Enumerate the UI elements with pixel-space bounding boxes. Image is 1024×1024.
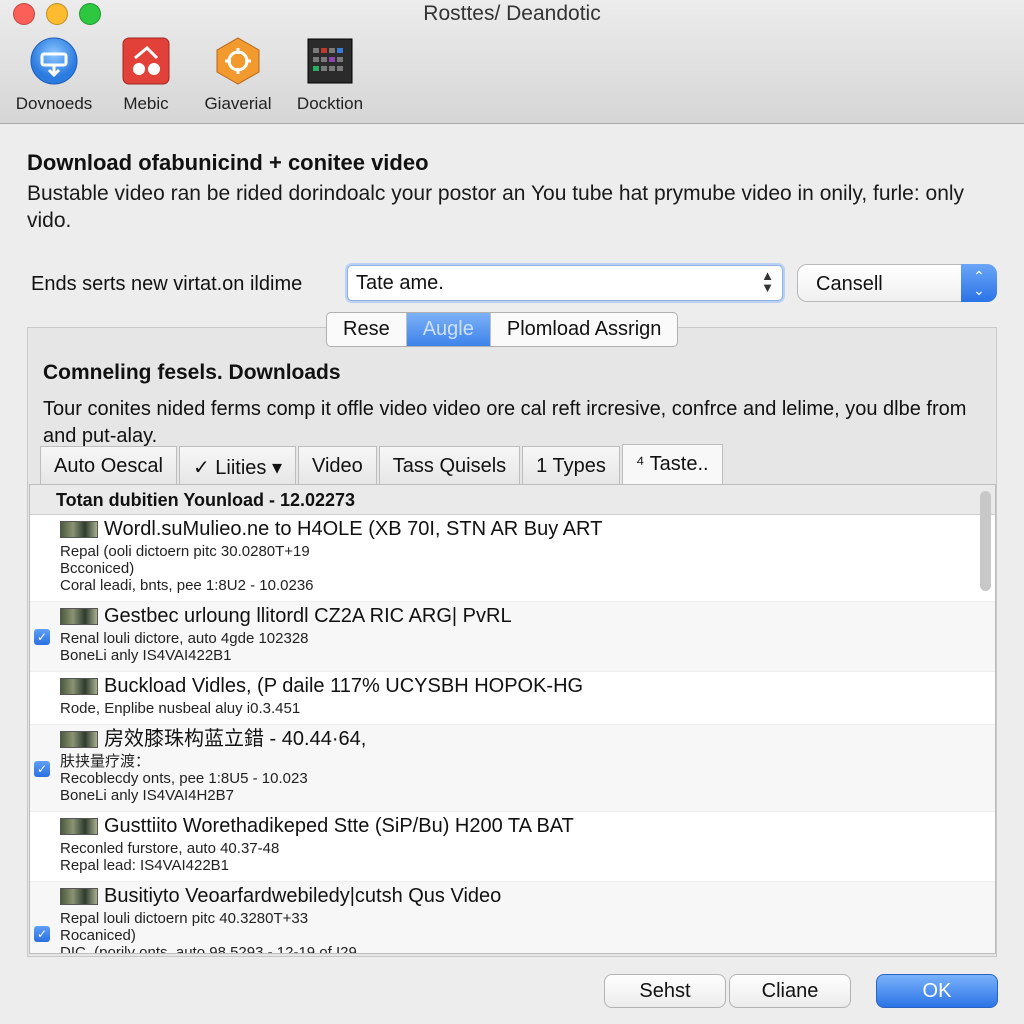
item-title: Gusttiito Worethadikeped Stte (SiP/Bu) H… <box>60 812 995 840</box>
name-select-value: Tate ame. <box>356 272 444 294</box>
segment-plomload-assrign[interactable]: Plomload Assrign <box>491 313 678 346</box>
documents-icon <box>305 36 355 86</box>
item-title-text: Gestbec urloung llitordl CZ2A RIC ARG| P… <box>104 605 512 627</box>
segment-augle[interactable]: Augle <box>406 313 491 346</box>
toolbar-label: Docktion <box>296 94 364 113</box>
video-thumbnail <box>60 888 98 905</box>
tab-video[interactable]: Video <box>298 446 377 484</box>
cliane-button[interactable]: Cliane <box>729 974 851 1008</box>
section-description: Tour conites nided ferms comp it offle v… <box>43 398 967 447</box>
toolbar-item-general[interactable]: Giaverial <box>192 36 284 114</box>
tab-taste[interactable]: ⁴ Taste.. <box>621 444 723 484</box>
tab-bar: Auto Oescal ✓ Liities ▾ Video Tass Quise… <box>40 444 725 484</box>
toolbar-label: Giaverial <box>204 94 272 113</box>
list-item[interactable]: ✓ Gestbec urloung llitordl CZ2A RIC ARG| … <box>30 602 995 672</box>
toolbar-item-media[interactable]: Mebic <box>100 36 192 114</box>
segmented-control: Rese Augle Plomload Assrign <box>326 312 679 347</box>
page-title: Download ofabunicind + conitee video <box>27 150 429 175</box>
segment-rese[interactable]: Rese <box>327 313 407 346</box>
ok-button[interactable]: OK <box>876 974 998 1008</box>
list-header: Totan dubitien Younload - 12.02273 <box>30 485 995 515</box>
item-detail: Reconled furstore, auto 40.37-48 <box>60 840 280 857</box>
item-checkbox[interactable]: ✓ <box>34 926 50 942</box>
item-title-text: Wordl.suMulieo.ne to H4OLE (XB 70I, STN … <box>104 518 603 540</box>
list-item[interactable]: ✓ Busitiyto Veoarfardwebiledy|cutsh Qus V… <box>30 882 995 954</box>
options-row: Ends serts new virtat.on ildime Tate ame… <box>31 264 1001 304</box>
item-title: Busitiyto Veoarfardwebiledy|cutsh Qus Vi… <box>60 882 995 910</box>
list-item[interactable]: ✓ 房效膝珠构蓝立錯 - 40.44·64, 肤挟量疗渡： Recoblecdy on… <box>30 725 995 812</box>
item-checkbox[interactable]: ✓ <box>34 629 50 645</box>
item-detail: Recoblecdy onts, pee 1:8U5 - 10.023 <box>60 770 308 787</box>
page-description: Bustable video ran be rided dorindoalc y… <box>27 182 965 232</box>
downloads-icon <box>29 36 79 86</box>
item-detail: BoneLi anly IS4VAI4H2B7 <box>60 787 235 804</box>
video-thumbnail <box>60 608 98 625</box>
item-detail: Repal (ooli dictoern pitc 30.0280T+19 <box>60 543 310 560</box>
dropdown-arrows-icon: ⌃ ⌄ <box>961 264 997 302</box>
name-select[interactable]: Tate ame. ▲ ▼ <box>347 265 783 301</box>
item-detail: Repal louli dictoern pitc 40.3280T+33 <box>60 910 309 927</box>
list-items: Wordl.suMulieo.ne to H4OLE (XB 70I, STN … <box>30 515 995 954</box>
list-item[interactable]: Buckload Vidles, (P daile 117% UCYSBH HO… <box>30 672 995 725</box>
vertical-scrollbar[interactable] <box>980 491 991 931</box>
list-item[interactable]: Wordl.suMulieo.ne to H4OLE (XB 70I, STN … <box>30 515 995 602</box>
item-detail: Bcconiced) <box>60 560 135 577</box>
video-thumbnail <box>60 818 98 835</box>
toolbar-item-documents[interactable]: Docktion <box>284 36 376 114</box>
item-title-text: 房效膝珠构蓝立錯 - 40.44·64, <box>104 728 367 750</box>
item-title-text: Buckload Vidles, (P daile 117% UCYSBH HO… <box>104 675 584 697</box>
tab-liities[interactable]: ✓ Liities ▾ <box>178 446 296 484</box>
media-icon <box>121 36 171 86</box>
title-bar: Rosttes/ Deandotic Dovnoeds Mebic Giaver… <box>0 0 1024 124</box>
item-detail: Repal lead: IS4VAI422B1 <box>60 857 230 874</box>
item-detail: Renal louli dictore, auto 4gde 102328 <box>60 630 309 647</box>
item-title-text: Gusttiito Worethadikeped Stte (SiP/Bu) H… <box>104 815 574 837</box>
item-title-text: Busitiyto Veoarfardwebiledy|cutsh Qus Vi… <box>104 885 502 907</box>
item-title: Wordl.suMulieo.ne to H4OLE (XB 70I, STN … <box>60 515 995 543</box>
video-thumbnail <box>60 678 98 695</box>
toolbar: Dovnoeds Mebic Giaverial Docktion <box>8 36 376 114</box>
list-item[interactable]: Gusttiito Worethadikeped Stte (SiP/Bu) H… <box>30 812 995 882</box>
general-icon <box>213 36 263 86</box>
item-detail: Coral leadi, bnts, pee 1:8U2 - 10.0236 <box>60 577 314 594</box>
tab-tass-quisels[interactable]: Tass Quisels <box>378 446 521 484</box>
section-title: Comneling fesels. Downloads <box>43 361 341 384</box>
item-detail: Rode, Enplibe nusbeal aluy i0.3.451 <box>60 700 301 717</box>
scrollbar-thumb[interactable] <box>980 491 991 591</box>
window-title: Rosttes/ Deandotic <box>423 2 601 25</box>
item-detail: 肤挟量疗渡： <box>60 753 151 770</box>
options-label: Ends serts new virtat.on ildime <box>31 273 303 295</box>
video-thumbnail <box>60 521 98 538</box>
tab-auto-oescal[interactable]: Auto Oescal <box>40 446 177 484</box>
main-content: Download ofabunicind + conitee video Bus… <box>0 124 1024 1024</box>
tab-types[interactable]: 1 Types <box>522 446 620 484</box>
item-title: Buckload Vidles, (P daile 117% UCYSBH HO… <box>60 672 995 700</box>
toolbar-item-downloads[interactable]: Dovnoeds <box>8 36 100 114</box>
item-detail: BoneLi anly IS4VAI422B1 <box>60 647 232 664</box>
item-checkbox[interactable]: ✓ <box>34 760 50 777</box>
cancel-dropdown-label: Cansell <box>816 273 883 295</box>
cancel-dropdown[interactable]: Cansell ⌃ ⌄ <box>797 264 997 302</box>
item-title: Gestbec urloung llitordl CZ2A RIC ARG| P… <box>60 602 995 630</box>
item-detail: DIC. (porily onts, auto 98.5293 - 12-19 … <box>60 944 357 954</box>
downloads-list: Totan dubitien Younload - 12.02273 Wordl… <box>29 484 996 954</box>
sehst-button[interactable]: Sehst <box>604 974 726 1008</box>
toolbar-label: Mebic <box>123 94 169 113</box>
video-thumbnail <box>60 731 98 748</box>
toolbar-label: Dovnoeds <box>15 94 93 113</box>
item-title: 房效膝珠构蓝立錯 - 40.44·64, <box>60 725 995 753</box>
updown-arrows-icon: ▲ ▼ <box>761 268 774 295</box>
item-detail: Rocaniced) <box>60 927 136 944</box>
